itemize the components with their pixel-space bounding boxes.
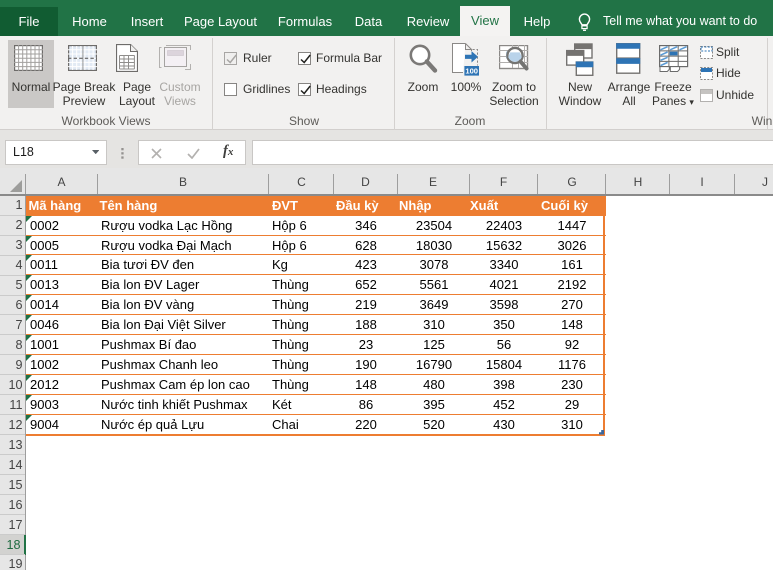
- svg-text:100: 100: [465, 67, 478, 76]
